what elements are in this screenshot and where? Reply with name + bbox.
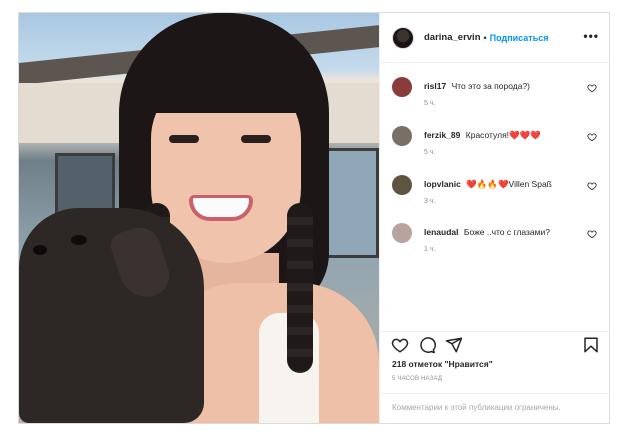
photo-puppy-nose xyxy=(33,245,47,255)
comment-body: Красотуля!❤️❤️❤️ xyxy=(465,130,541,140)
author-username[interactable]: darina_ervin xyxy=(424,32,481,43)
avatar[interactable] xyxy=(392,26,414,49)
comment-avatar[interactable] xyxy=(392,175,412,195)
photo-puppy-eye xyxy=(71,235,87,245)
paper-plane-icon[interactable] xyxy=(445,336,463,354)
comment-time: 5 ч. xyxy=(424,100,436,107)
bookmark-icon[interactable] xyxy=(582,336,600,354)
heart-icon[interactable] xyxy=(587,132,597,142)
comment-time: 3 ч. xyxy=(424,198,436,205)
comment-text: lenaudal Боже ..что с глазами? xyxy=(424,226,584,238)
comment-text: risl17 Что это за порода?) xyxy=(424,80,584,92)
more-options-icon[interactable]: ••• xyxy=(583,29,599,43)
comment-avatar[interactable] xyxy=(392,77,412,97)
follow-button[interactable]: Подписаться xyxy=(490,33,549,43)
photo-eye-left xyxy=(169,135,199,143)
comment-body: Что это за порода?) xyxy=(451,81,531,91)
comment-text: ferzik_89 Красотуля!❤️❤️❤️ xyxy=(424,129,584,141)
heart-outline-icon[interactable] xyxy=(391,336,409,354)
comment-username[interactable]: lenaudal xyxy=(424,227,458,237)
comment-time: 5 ч. xyxy=(424,149,436,156)
instagram-post: darina_ervin • Подписаться ••• risl17 Чт… xyxy=(18,12,611,424)
comment-item: ferzik_89 Красотуля!❤️❤️❤️ 5 ч. xyxy=(392,126,597,166)
comment-item: risl17 Что это за порода?) 5 ч. xyxy=(392,77,597,117)
photo-eye-right xyxy=(241,135,271,143)
heart-icon[interactable] xyxy=(587,83,597,93)
comment-item: lenaudal Боже ..что с глазами? 1 ч. xyxy=(392,223,597,263)
comment-body: ❤️🔥🔥❤️Villen Spaß xyxy=(466,179,552,189)
comments-footer: Комментарии к этой публикации ограничены… xyxy=(380,393,611,423)
comment-avatar[interactable] xyxy=(392,223,412,243)
post-time-ago: 5 ЧАСОВ НАЗАД xyxy=(392,376,443,382)
post-header: darina_ervin • Подписаться ••• xyxy=(380,13,611,63)
comment-username[interactable]: lopvlanic xyxy=(424,179,461,189)
comments-limited-notice: Комментарии к этой публикации ограничены… xyxy=(392,403,561,412)
photo-braid-right xyxy=(287,203,313,373)
comment-body: Боже ..что с глазами? xyxy=(463,227,550,237)
heart-icon[interactable] xyxy=(587,229,597,239)
comment-text: lopvlanic ❤️🔥🔥❤️Villen Spaß xyxy=(424,178,584,190)
comment-bubble-icon[interactable] xyxy=(418,336,436,354)
comment-avatar[interactable] xyxy=(392,126,412,146)
likes-count[interactable]: 218 отметок "Нравится" xyxy=(392,359,493,369)
photo-bangs xyxy=(141,43,316,113)
heart-icon[interactable] xyxy=(587,181,597,191)
post-side-panel: darina_ervin • Подписаться ••• risl17 Чт… xyxy=(379,13,611,423)
comment-item: lopvlanic ❤️🔥🔥❤️Villen Spaß 3 ч. xyxy=(392,175,597,215)
comment-username[interactable]: risl17 xyxy=(424,81,446,91)
comment-time: 1 ч. xyxy=(424,246,436,253)
photo-smile xyxy=(189,195,253,221)
post-photo[interactable] xyxy=(19,13,379,423)
comment-username[interactable]: ferzik_89 xyxy=(424,130,460,140)
header-separator: • xyxy=(483,32,487,43)
